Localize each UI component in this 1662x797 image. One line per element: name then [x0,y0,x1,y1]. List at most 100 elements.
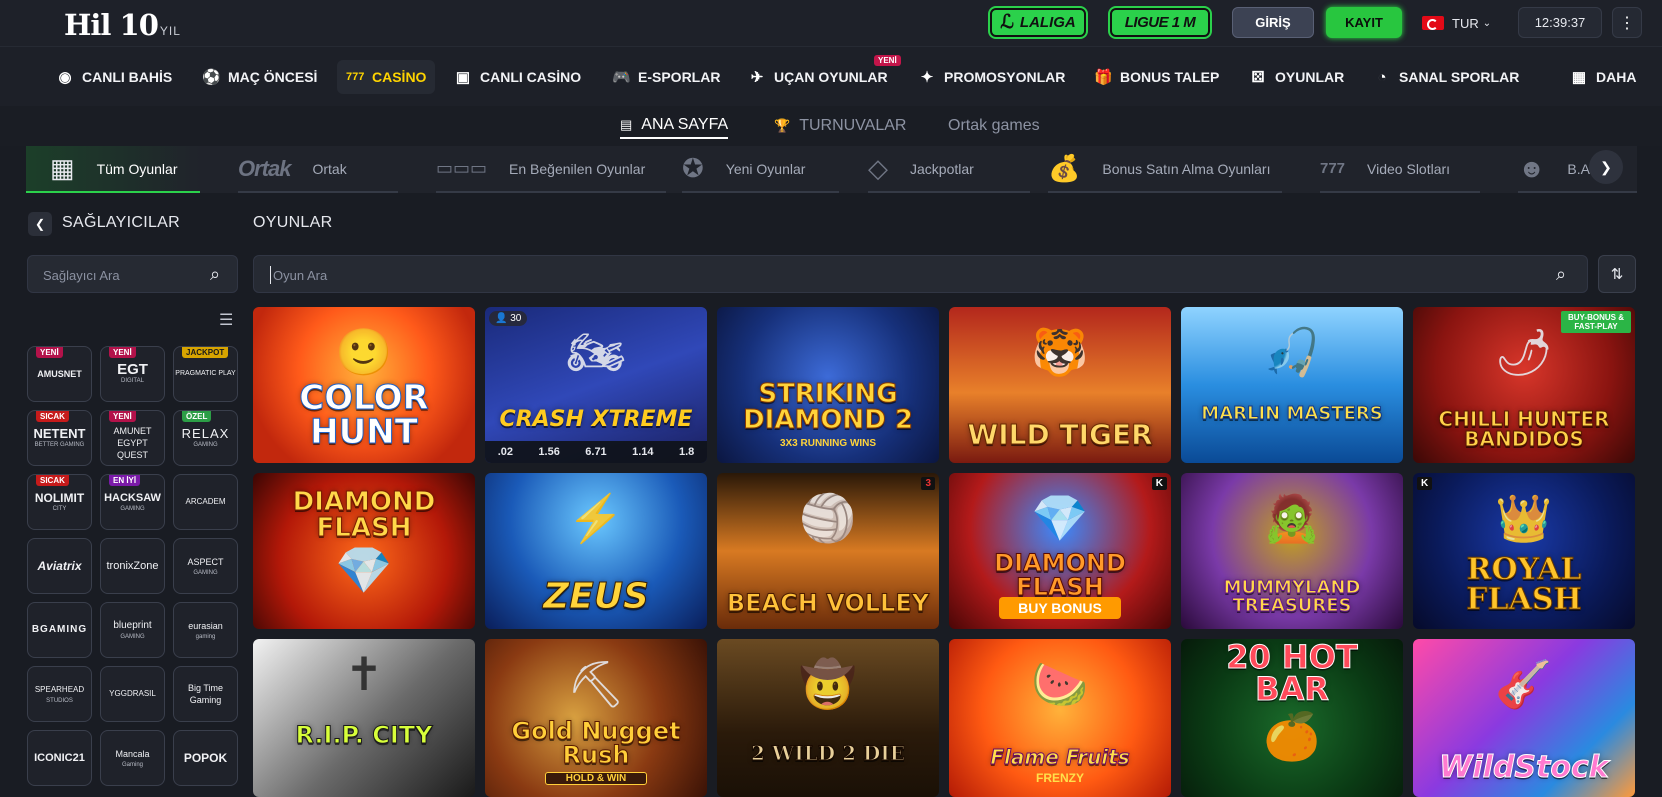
category-most-liked[interactable]: ▭▭▭ En Beğenilen Oyunlar [436,146,666,193]
provider-tile[interactable]: SICAK NOLIMIT CITY [27,474,92,530]
cross-icon: ✝ [344,648,384,700]
provider-tile[interactable]: ÖZEL RELAX GAMING [173,410,238,466]
search-icon[interactable]: ⌕ [210,264,220,285]
game-tile-marlin-masters[interactable]: 🎣 MARLIN MASTERS [1181,307,1403,463]
provider-tile[interactable]: BGAMING [27,602,92,658]
provider-search-input[interactable] [43,266,203,284]
character-icon: 🙂 [335,326,393,378]
provider-tile[interactable]: YENİ AMUNET EGYPT QUEST [100,410,165,466]
provider-name: HACKSAW [104,492,161,504]
game-tile-rip-city[interactable]: ✝ R.I.P. CITY [253,639,475,797]
site-logo[interactable]: Hil 10 YIL [64,8,181,42]
category-jackpots[interactable]: ◇ Jackpotlar [868,146,1030,193]
virtual-icon: ◔ [1377,68,1387,86]
chevron-down-icon: ⌄ [1482,17,1492,29]
provider-tile[interactable]: eurasian gaming [173,602,238,658]
laliga-button[interactable]: ℒ LALIGA [990,8,1086,37]
provider-tile[interactable]: YENİ EGT DIGITAL [100,346,165,402]
nav-bonus-request[interactable]: 🎁 BONUS TALEP [1094,60,1219,94]
game-tile-royal-flash[interactable]: K 👑 ROYAL FLASH [1413,473,1635,629]
money-bag-icon: 💰 [1048,153,1081,183]
language-selector[interactable]: TUR ⌄ [1422,13,1491,33]
ligue1-button[interactable]: LIGUE 1 M [1110,8,1210,37]
register-button[interactable]: KAYIT [1326,7,1402,38]
grid-icon: ▦ [50,153,75,183]
game-tile-flame-fruits-frenzy[interactable]: 🍉 Flame Fruits FRENZY [949,639,1171,797]
dealer-icon: ▣ [455,69,471,86]
provider-tile[interactable]: Mancala Gaming [100,730,165,786]
game-tile-wildstock[interactable]: 🎸 WildStock [1413,639,1635,797]
provider-tile[interactable]: SICAK NETENT BETTER GAMING [27,410,92,466]
category-label: Yeni Oyunlar [725,160,806,177]
cards-icon: ▭▭▭ [436,158,488,178]
game-tile-color-hunt[interactable]: 🙂 COLOR HUNT [253,307,475,463]
sort-icon[interactable]: ⇅ [1598,255,1636,293]
category-ortak[interactable]: Ortak Ortak [238,146,398,193]
game-tile-crash-xtreme[interactable]: 👤 30 🏍 CRASH XTREME .02 1.56 6.71 1.14 1… [485,307,707,463]
game-tile-2-wild-2-die[interactable]: 🤠 2 WILD 2 DIE [717,639,939,797]
nav-label: MAÇ ÖNCESİ [228,69,318,85]
game-tile-mummyland-treasures[interactable]: 🧟 MUMMYLAND TREASURES [1181,473,1403,629]
provider-tile[interactable]: Big Time Gaming [173,666,238,722]
game-tile-diamond-flash[interactable]: 💎 DIAMOND FLASH [253,473,475,629]
search-icon[interactable]: ⌕ [1556,264,1566,285]
game-title: WILD TIGER [967,418,1153,451]
category-all-games[interactable]: ▦ Tüm Oyunlar [26,146,200,193]
provider-tile[interactable]: ICONIC21 [27,730,92,786]
nav-casino[interactable]: 777 CASİNO [337,60,436,94]
provider-tile[interactable]: JACKPOT PRAGMATIC PLAY [173,346,238,402]
category-label: Ortak [312,160,347,177]
provider-tile[interactable]: SPEARHEAD STUDIOS [27,666,92,722]
nav-games[interactable]: ⚄ OYUNLAR [1249,60,1344,94]
nav-pre-match[interactable]: ⚽ MAÇ ÖNCESİ [202,60,317,94]
category-video-slots[interactable]: 777 Video Slotları [1320,146,1480,193]
nav-crash-games[interactable]: ✈ UÇAN OYUNLAR [748,60,888,94]
provider-name: NOLIMIT [34,491,85,505]
star-icon: ✪ [682,153,704,183]
nav-label: OYUNLAR [1275,69,1345,85]
game-title: STRIKING DIAMOND 2 [743,379,914,435]
tab-home[interactable]: ▤ ANA SAYFA [620,113,729,139]
provider-sub: DIGITAL [121,378,144,384]
chevron-left-icon[interactable]: ❮ [28,212,52,236]
list-view-icon[interactable]: ☰ [219,310,233,330]
game-tile-gold-nugget-rush[interactable]: ⛏ Gold Nugget Rush HOLD & WIN [485,639,707,797]
tab-ortak-games[interactable]: Ortak games [948,113,1040,139]
provider-tile[interactable]: tronixZone [100,538,165,594]
game-subtitle: BUY BONUS [999,597,1121,619]
provider-sub: STUDIOS [46,698,73,704]
provider-tile[interactable]: POPOK [173,730,238,786]
provider-name: eurasian [188,621,223,631]
provider-tile[interactable]: blueprint GAMING [100,602,165,658]
provider-tile[interactable]: YGGDRASIL [100,666,165,722]
game-tile-diamond-flash-buy-bonus[interactable]: K 💎 DIAMOND FLASH BUY BONUS [949,473,1171,629]
game-title: DIAMOND FLASH [994,549,1127,601]
category-next-arrow-icon[interactable]: ❯ [1589,150,1623,184]
game-tile-zeus[interactable]: ⚡ ZEUS [485,473,707,629]
game-tile-20-hot-bar[interactable]: 🍊 20 HOT BAR [1181,639,1403,797]
provider-tile[interactable]: YENİ AMUSNET [27,346,92,402]
game-search-input[interactable] [270,266,1470,284]
provider-tile[interactable]: ARCADEM [173,474,238,530]
game-tile-wild-tiger[interactable]: 🐯 WILD TIGER [949,307,1171,463]
buy-bonus-badge: BUY-BONUS & FAST-PLAY [1561,311,1631,333]
game-tile-chilli-hunter-bandidos[interactable]: BUY-BONUS & FAST-PLAY 🌶 CHILLI HUNTER BA… [1413,307,1635,463]
provider-tile[interactable]: Aviatrix [27,538,92,594]
game-tile-beach-volley[interactable]: 3 🏐 BEACH VOLLEY [717,473,939,629]
game-tile-striking-diamond-2[interactable]: STRIKING DIAMOND 2 3X3 RUNNING WINS [717,307,939,463]
nav-esports[interactable]: 🎮 E-SPORLAR [612,60,720,94]
nav-promotions[interactable]: ✦ PROMOSYONLAR [918,60,1066,94]
category-new-games[interactable]: ✪ Yeni Oyunlar [682,146,839,193]
nav-live-betting[interactable]: ◉ CANLI BAHİS [56,60,172,94]
nav-live-casino[interactable]: ▣ CANLI CASİNO [454,60,581,94]
tab-tournaments[interactable]: 🏆 TURNUVALAR [774,113,906,139]
login-button[interactable]: GİRİŞ [1232,7,1314,38]
provider-name: blueprint [113,620,152,631]
provider-tile[interactable]: EN İYİ HACKSAW GAMING [100,474,165,530]
provider-tile[interactable]: ASPECT GAMING [173,538,238,594]
more-menu-icon[interactable]: ⋮ [1612,7,1642,38]
category-bonus-buy[interactable]: 💰 Bonus Satın Alma Oyunları [1048,146,1282,193]
nav-more[interactable]: ▦ DAHA [1570,60,1637,94]
nav-virtual-sports[interactable]: ◔ SANAL SPORLAR [1373,60,1519,94]
category-label: En Beğenilen Oyunlar [509,160,646,177]
